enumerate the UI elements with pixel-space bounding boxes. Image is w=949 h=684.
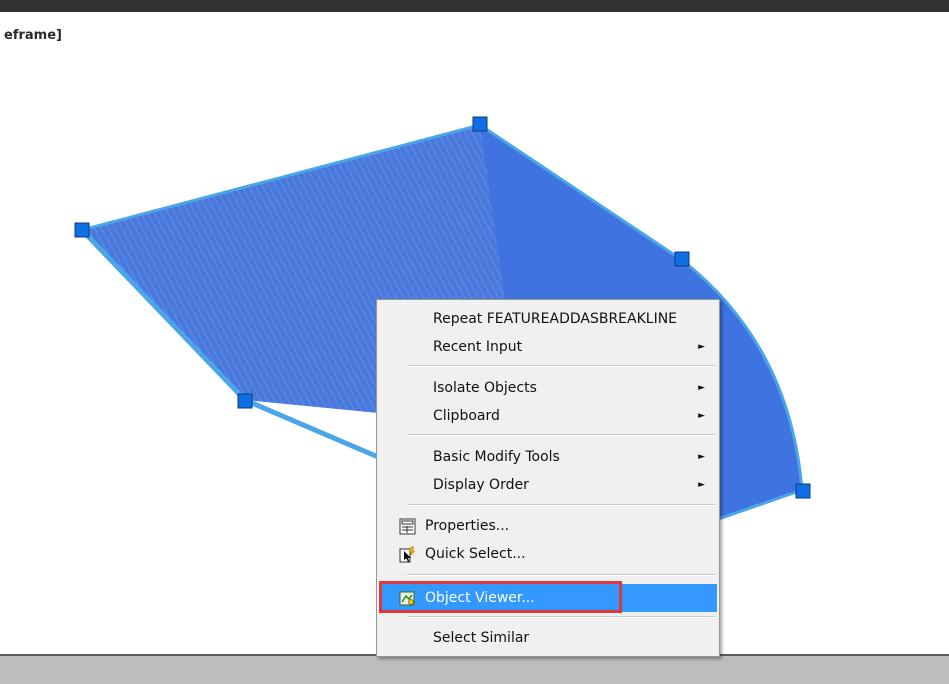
menu-item-select-similar[interactable]: Select Similar (379, 624, 717, 652)
grip-handle[interactable] (472, 116, 488, 132)
menu-separator (407, 434, 715, 436)
menu-item-label: Select Similar (433, 630, 530, 646)
menu-item-clipboard[interactable]: Clipboard ► (379, 402, 717, 430)
grip-handle[interactable] (74, 222, 90, 238)
submenu-arrow-icon: ► (698, 411, 705, 421)
menu-item-isolate-objects[interactable]: Isolate Objects ► (379, 374, 717, 402)
menu-item-label: Object Viewer... (425, 590, 535, 606)
menu-separator (407, 365, 715, 367)
viewport-bottom-bar (0, 654, 949, 684)
context-menu: Repeat FEATUREADDASBREAKLINE Recent Inpu… (376, 299, 720, 657)
menu-item-label: Properties... (425, 518, 510, 534)
properties-icon (399, 518, 416, 535)
submenu-arrow-icon: ► (698, 480, 705, 490)
submenu-arrow-icon: ► (698, 342, 705, 352)
menu-item-label: Quick Select... (425, 546, 526, 562)
submenu-arrow-icon: ► (698, 383, 705, 393)
menu-item-label: Recent Input (433, 339, 523, 355)
menu-item-quick-select[interactable]: Quick Select... (379, 540, 717, 568)
object-viewer-icon (399, 591, 415, 606)
menu-item-basic-modify-tools[interactable]: Basic Modify Tools ► (379, 443, 717, 471)
menu-item-object-viewer[interactable]: Object Viewer... (379, 581, 717, 613)
menu-item-properties[interactable]: Properties... (379, 512, 717, 540)
menu-item-repeat[interactable]: Repeat FEATUREADDASBREAKLINE (379, 305, 717, 333)
menu-item-label: Isolate Objects (433, 380, 537, 396)
quick-select-icon (399, 546, 416, 563)
menu-item-label: Display Order (433, 477, 529, 493)
grip-handle[interactable] (237, 393, 253, 409)
menu-item-display-order[interactable]: Display Order ► (379, 471, 717, 499)
menu-item-label: Clipboard (433, 408, 500, 424)
submenu-arrow-icon: ► (698, 452, 705, 462)
menu-separator (407, 504, 715, 506)
grip-handle[interactable] (674, 251, 690, 267)
menu-item-recent-input[interactable]: Recent Input ► (379, 333, 717, 361)
menu-item-label: Repeat FEATUREADDASBREAKLINE (433, 311, 678, 327)
grip-handle[interactable] (795, 483, 811, 499)
menu-separator (407, 574, 715, 576)
menu-item-label: Basic Modify Tools (433, 449, 560, 465)
menu-separator (407, 616, 715, 618)
